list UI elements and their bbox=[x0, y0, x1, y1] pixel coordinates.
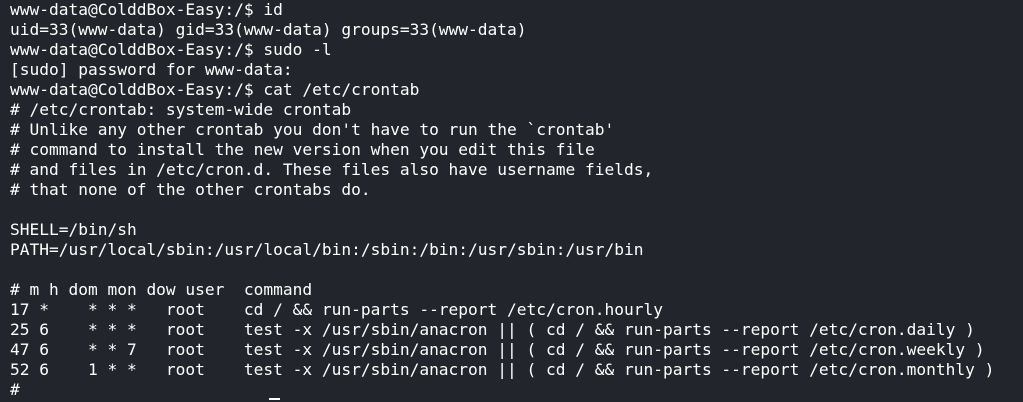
terminal-line-cron-entry: 25 6 * * * root test -x /usr/sbin/anacro… bbox=[10, 320, 975, 339]
terminal-line-cron-entry: 47 6 * * 7 root test -x /usr/sbin/anacro… bbox=[10, 340, 985, 359]
terminal-line-id-output: uid=33(www-data) gid=33(www-data) groups… bbox=[10, 20, 527, 39]
terminal-line-crontab: # that none of the other crontabs do. bbox=[10, 180, 371, 199]
terminal-line-crontab: # command to install the new version whe… bbox=[10, 140, 595, 159]
terminal-line-crontab: # and files in /etc/cron.d. These files … bbox=[10, 160, 654, 179]
terminal-line-shell-var: SHELL=/bin/sh bbox=[10, 220, 137, 239]
terminal-line-crontab: # Unlike any other crontab you don't hav… bbox=[10, 120, 615, 139]
terminal-line-cron-entry: 52 6 1 * * root test -x /usr/sbin/anacro… bbox=[10, 360, 995, 379]
terminal-line-path-var: PATH=/usr/local/sbin:/usr/local/bin:/sbi… bbox=[10, 240, 644, 259]
terminal-window[interactable]: www-data@ColddBox-Easy:/$ id uid=33(www-… bbox=[0, 0, 1023, 402]
terminal-line-prompt-id: www-data@ColddBox-Easy:/$ id bbox=[10, 0, 283, 19]
terminal-cursor bbox=[269, 398, 280, 400]
terminal-line-cron-header: # m h dom mon dow user command bbox=[10, 280, 313, 299]
terminal-line-prompt-sudo: www-data@ColddBox-Easy:/$ sudo -l bbox=[10, 40, 332, 59]
terminal-line-hash: # bbox=[10, 380, 20, 399]
terminal-line-sudo-password: [sudo] password for www-data: bbox=[10, 60, 293, 79]
terminal-line-crontab: # /etc/crontab: system-wide crontab bbox=[10, 100, 352, 119]
terminal-line-prompt-cat: www-data@ColddBox-Easy:/$ cat /etc/cront… bbox=[10, 80, 420, 99]
terminal-line-cron-entry: 17 * * * * root cd / && run-parts --repo… bbox=[10, 300, 663, 319]
